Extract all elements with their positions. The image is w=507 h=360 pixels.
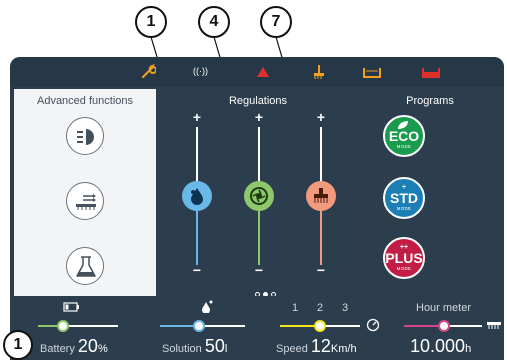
advanced-functions-panel: Advanced functions (14, 89, 156, 303)
brush-pressure-knob[interactable] (306, 181, 336, 211)
battery-value: 20 (77, 336, 98, 356)
solution-readout: Solution 50l (162, 336, 227, 357)
battery-icon (63, 302, 79, 312)
speed-knob[interactable] (314, 320, 326, 332)
hour-meter-readout: 10.000h (410, 336, 471, 357)
solution-knob (193, 320, 205, 332)
advanced-functions-title: Advanced functions (36, 95, 133, 107)
std-mode-label: STD (390, 190, 418, 206)
regulations-title: Regulations (228, 95, 288, 107)
eco-mode-button[interactable]: ECO MODE (383, 115, 425, 157)
brush-icon (314, 188, 328, 203)
programs-title: Programs (406, 95, 454, 107)
brush-pressure-track-lower (320, 209, 322, 265)
plus-mode-sub: MODE (396, 266, 412, 271)
callout-1: 1 (135, 6, 167, 38)
water-drop-icon (191, 188, 203, 205)
hour-meter-unit: h (465, 343, 472, 355)
wrench-icon[interactable] (140, 64, 156, 80)
std-mode-sub: MODE (396, 206, 412, 211)
battery-readout: Battery 20% (40, 336, 108, 357)
battery-knob (57, 320, 69, 332)
plus-mode-button[interactable]: ++ PLUS MODE (383, 237, 425, 279)
callout-bottom-1: 1 (3, 330, 33, 360)
warning-triangle-icon[interactable] (255, 64, 271, 80)
water-flow-plus[interactable]: + (191, 109, 203, 125)
plus-mode-label: PLUS (385, 250, 423, 266)
status-bar: Battery 20% Solution 50l 1 2 3 Speed 12K… (10, 296, 504, 360)
headlight-icon (77, 129, 94, 145)
callout-4: 4 (198, 6, 230, 38)
eco-mode-sub: MODE (396, 144, 412, 149)
std-mode-button[interactable]: + STD MODE (383, 177, 425, 219)
leaf-icon (398, 121, 408, 129)
speed-gear-2[interactable]: 2 (317, 302, 323, 314)
status-icon-bar: ((·)) (10, 57, 504, 87)
speed-unit: Km/h (330, 343, 357, 355)
flask-icon (76, 256, 96, 277)
water-flow-track-lower (196, 209, 198, 265)
speed-readout: Speed 12Km/h (276, 336, 357, 357)
vacuum-knob[interactable] (244, 181, 274, 211)
hour-meter-knob (438, 320, 450, 332)
brush-pressure-button[interactable] (66, 182, 104, 220)
headlight-button[interactable] (66, 117, 104, 155)
solution-drop-icon (202, 300, 213, 313)
water-flow-minus[interactable]: − (191, 262, 203, 278)
battery-unit: % (97, 343, 108, 355)
solution-label: Solution (162, 343, 202, 355)
speedometer-icon (366, 318, 380, 332)
speed-label: Speed (276, 343, 308, 355)
speed-gear-1[interactable]: 1 (292, 302, 298, 314)
hour-meter-label: Hour meter (416, 302, 472, 314)
brush-deck-icon (487, 322, 501, 329)
recovery-tank-icon[interactable] (421, 64, 441, 80)
stage: ((·)) Advanced functions Regulations + −… (0, 0, 507, 360)
brush-lift-icon[interactable] (311, 64, 327, 80)
hour-meter-value: 10.000 (410, 336, 466, 356)
callout-7: 7 (260, 6, 292, 38)
speed-value: 12 (310, 336, 331, 356)
wireless-signal-icon[interactable]: ((·)) (193, 66, 208, 82)
detergent-button[interactable] (66, 247, 104, 285)
brush-pressure-minus[interactable]: − (315, 262, 327, 278)
solution-unit: l (224, 343, 228, 355)
vacuum-plus[interactable]: + (253, 109, 265, 125)
water-flow-knob[interactable] (182, 181, 212, 211)
brush-pressure-icon (76, 194, 96, 210)
solution-tank-icon[interactable] (362, 64, 382, 80)
solution-value: 50 (204, 336, 225, 356)
vacuum-track-lower (258, 209, 260, 265)
speed-gear-3[interactable]: 3 (342, 302, 348, 314)
vacuum-minus[interactable]: − (253, 262, 265, 278)
brush-pressure-plus[interactable]: + (315, 109, 327, 125)
eco-mode-label: ECO (388, 128, 420, 144)
vacuum-fan-icon (250, 187, 268, 205)
battery-label: Battery (40, 343, 75, 355)
